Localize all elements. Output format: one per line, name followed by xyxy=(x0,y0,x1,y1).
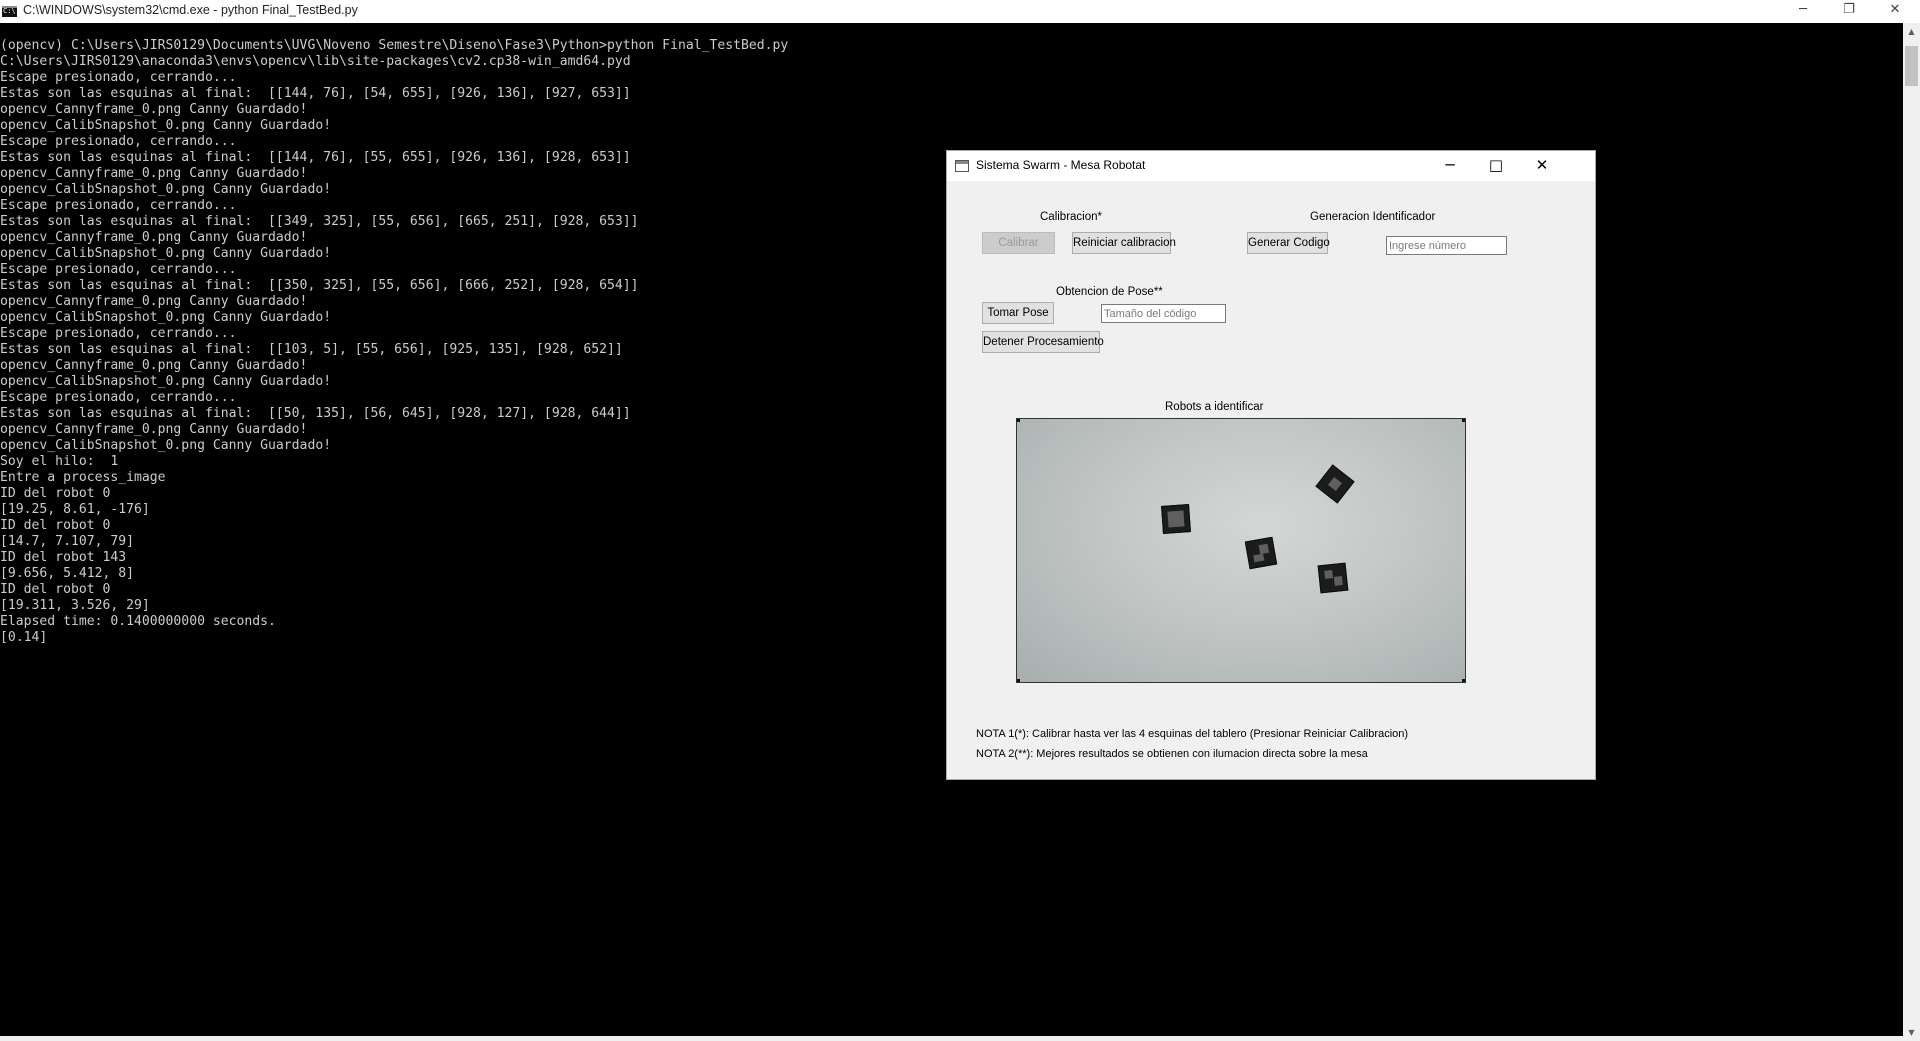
console-line: Estas son las esquinas al final: [[103, … xyxy=(0,342,623,357)
dialog-maximize-button[interactable]: □ xyxy=(1473,151,1519,181)
marker-cell xyxy=(1324,570,1333,579)
cmd-icon xyxy=(2,6,17,17)
calibration-label: Calibracion* xyxy=(1040,211,1103,223)
marker-cell xyxy=(1167,510,1185,528)
robot-number-input[interactable] xyxy=(1386,236,1507,255)
marker-cell xyxy=(1333,576,1343,586)
swarm-dialog: Sistema Swarm - Mesa Robotat ─ □ ✕ Calib… xyxy=(946,150,1596,780)
console-line: Estas son las esquinas al final: [[350, … xyxy=(0,278,639,293)
console-restore-button[interactable]: ❐ xyxy=(1826,0,1872,23)
console-line: ID del robot 0 xyxy=(0,518,111,533)
stop-processing-button[interactable]: Detener Procesamiento xyxy=(982,331,1104,353)
console-output: (opencv) C:\Users\JIRS0129\Documents\UVG… xyxy=(0,38,788,646)
console-line: [0.14] xyxy=(0,630,48,645)
dialog-title: Sistema Swarm - Mesa Robotat xyxy=(976,158,1146,172)
console-line: opencv_CalibSnapshot_0.png Canny Guardad… xyxy=(0,310,332,325)
console-line: Estas son las esquinas al final: [[50, 1… xyxy=(0,406,631,421)
console-line: opencv_Cannyframe_0.png Canny Guardado! xyxy=(0,230,308,245)
console-line: Escape presionado, cerrando... xyxy=(0,390,237,405)
robot-marker xyxy=(1161,504,1191,534)
board-corner-marker xyxy=(1462,679,1465,682)
note-2: NOTA 2(**): Mejores resultados se obtien… xyxy=(976,748,1368,760)
board-corner-marker xyxy=(1017,419,1020,422)
console-line: Escape presionado, cerrando... xyxy=(0,262,237,277)
console-line: Escape presionado, cerrando... xyxy=(0,326,237,341)
console-line: Estas son las esquinas al final: [[144, … xyxy=(0,150,631,165)
console-line: Escape presionado, cerrando... xyxy=(0,70,237,85)
console-line: Escape presionado, cerrando... xyxy=(0,134,237,149)
console-line: ID del robot 143 xyxy=(0,550,127,565)
console-line: opencv_CalibSnapshot_0.png Canny Guardad… xyxy=(0,118,332,133)
camera-preview-image xyxy=(1016,418,1466,683)
console-line: opencv_Cannyframe_0.png Canny Guardado! xyxy=(0,294,308,309)
dialog-minimize-button[interactable]: ─ xyxy=(1427,151,1473,181)
scroll-up-icon[interactable]: ▲ xyxy=(1903,23,1920,40)
console-line: Estas son las esquinas al final: [[349, … xyxy=(0,214,639,229)
robot-marker xyxy=(1317,562,1349,594)
console-scrollbar[interactable]: ▲ ▼ xyxy=(1903,23,1920,1041)
console-line: (opencv) C:\Users\JIRS0129\Documents\UVG… xyxy=(0,38,789,53)
marker-cell xyxy=(1258,543,1270,555)
robot-marker xyxy=(1315,464,1355,504)
scrollbar-thumb[interactable] xyxy=(1905,46,1918,86)
board-corner-marker xyxy=(1017,679,1020,682)
console-bottom-edge xyxy=(0,1036,1903,1041)
console-line: opencv_CalibSnapshot_0.png Canny Guardad… xyxy=(0,438,332,453)
generate-code-button[interactable]: Generar Codigo xyxy=(1247,232,1330,254)
console-line: opencv_Cannyframe_0.png Canny Guardado! xyxy=(0,102,308,117)
console-line: C:\Users\JIRS0129\anaconda3\envs\opencv\… xyxy=(0,54,631,69)
marker-cell xyxy=(1327,476,1343,492)
dialog-titlebar: Sistema Swarm - Mesa Robotat ─ □ ✕ xyxy=(947,151,1595,181)
console-titlebar: C:\WINDOWS\system32\cmd.exe - python Fin… xyxy=(0,0,1920,23)
console-line: [14.7, 7.107, 79] xyxy=(0,534,135,549)
console-line: opencv_CalibSnapshot_0.png Canny Guardad… xyxy=(0,182,332,197)
console-line: opencv_CalibSnapshot_0.png Canny Guardad… xyxy=(0,246,332,261)
console-line: Soy el hilo: 1 xyxy=(0,454,119,469)
robot-marker xyxy=(1244,536,1278,570)
id-generation-label: Generacion Identificador xyxy=(1310,211,1436,223)
marker-cell xyxy=(1253,553,1265,563)
console-line: Entre a process_image xyxy=(0,470,166,485)
board-corner-marker xyxy=(1462,419,1465,422)
console-close-button[interactable]: ✕ xyxy=(1872,0,1918,23)
console-line: opencv_CalibSnapshot_0.png Canny Guardad… xyxy=(0,374,332,389)
console-line: ID del robot 0 xyxy=(0,582,111,597)
console-line: ID del robot 0 xyxy=(0,486,111,501)
tk-app-icon xyxy=(955,160,969,172)
console-minimize-button[interactable]: ─ xyxy=(1780,0,1826,23)
calibrate-button[interactable]: Calibrar xyxy=(982,232,1055,254)
console-line: opencv_Cannyframe_0.png Canny Guardado! xyxy=(0,422,308,437)
console-line: [9.656, 5.412, 8] xyxy=(0,566,135,581)
reset-calibration-button[interactable]: Reiniciar calibracion xyxy=(1072,232,1176,254)
scroll-down-icon[interactable]: ▼ xyxy=(1903,1024,1920,1041)
console-line: [19.311, 3.526, 29] xyxy=(0,598,150,613)
console-title: C:\WINDOWS\system32\cmd.exe - python Fin… xyxy=(23,3,358,17)
console-line: Escape presionado, cerrando... xyxy=(0,198,237,213)
console-line: opencv_Cannyframe_0.png Canny Guardado! xyxy=(0,166,308,181)
console-line: opencv_Cannyframe_0.png Canny Guardado! xyxy=(0,358,308,373)
code-size-input[interactable] xyxy=(1101,304,1226,323)
pose-label: Obtencion de Pose** xyxy=(1056,286,1163,298)
dialog-close-button[interactable]: ✕ xyxy=(1519,151,1565,181)
console-line: Elapsed time: 0.1400000000 seconds. xyxy=(0,614,276,629)
take-pose-button[interactable]: Tomar Pose xyxy=(982,302,1054,324)
console-line: Estas son las esquinas al final: [[144, … xyxy=(0,86,631,101)
note-1: NOTA 1(*): Calibrar hasta ver las 4 esqu… xyxy=(976,728,1409,740)
console-line: [19.25, 8.61, -176] xyxy=(0,502,150,517)
robots-label: Robots a identificar xyxy=(1165,401,1264,413)
